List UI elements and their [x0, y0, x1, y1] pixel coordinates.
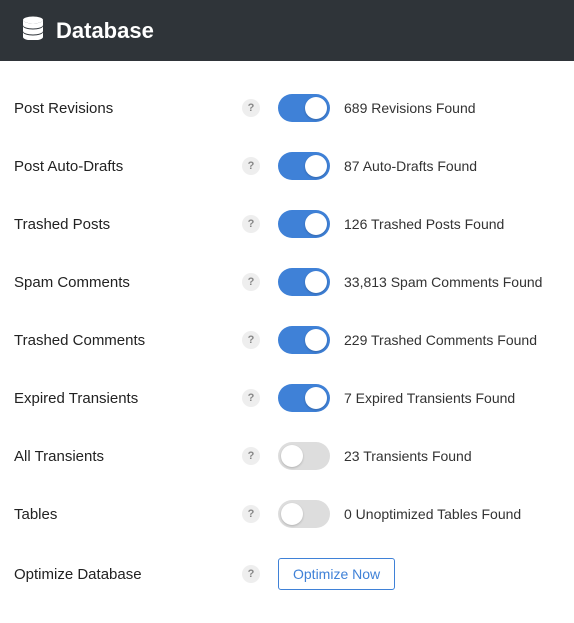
- row-post-revisions: Post Revisions ? 689 Revisions Found: [14, 79, 560, 137]
- status-text: 229 Trashed Comments Found: [344, 332, 537, 348]
- row-label: Tables: [14, 506, 242, 523]
- row-label: Optimize Database: [14, 566, 242, 583]
- row-optimize: Optimize Database ? Optimize Now: [14, 543, 560, 605]
- status-text: 126 Trashed Posts Found: [344, 216, 504, 232]
- status-text: 0 Unoptimized Tables Found: [344, 506, 521, 522]
- row-spam-comments: Spam Comments ? 33,813 Spam Comments Fou…: [14, 253, 560, 311]
- row-expired-transients: Expired Transients ? 7 Expired Transient…: [14, 369, 560, 427]
- database-icon: [22, 16, 44, 45]
- settings-list: Post Revisions ? 689 Revisions Found Pos…: [0, 61, 574, 623]
- toggle-post-revisions[interactable]: [278, 94, 330, 122]
- row-tables: Tables ? 0 Unoptimized Tables Found: [14, 485, 560, 543]
- help-icon[interactable]: ?: [242, 331, 260, 349]
- status-text: 689 Revisions Found: [344, 100, 476, 116]
- status-text: 33,813 Spam Comments Found: [344, 274, 542, 290]
- row-post-auto-drafts: Post Auto-Drafts ? 87 Auto-Drafts Found: [14, 137, 560, 195]
- help-icon[interactable]: ?: [242, 99, 260, 117]
- help-icon[interactable]: ?: [242, 273, 260, 291]
- row-trashed-comments: Trashed Comments ? 229 Trashed Comments …: [14, 311, 560, 369]
- row-label: Spam Comments: [14, 274, 242, 291]
- row-label: Expired Transients: [14, 390, 242, 407]
- status-text: 23 Transients Found: [344, 448, 472, 464]
- help-icon[interactable]: ?: [242, 505, 260, 523]
- help-icon[interactable]: ?: [242, 389, 260, 407]
- row-label: All Transients: [14, 448, 242, 465]
- row-trashed-posts: Trashed Posts ? 126 Trashed Posts Found: [14, 195, 560, 253]
- row-all-transients: All Transients ? 23 Transients Found: [14, 427, 560, 485]
- toggle-post-auto-drafts[interactable]: [278, 152, 330, 180]
- help-icon[interactable]: ?: [242, 215, 260, 233]
- page-title: Database: [56, 18, 154, 44]
- status-text: 7 Expired Transients Found: [344, 390, 515, 406]
- toggle-all-transients[interactable]: [278, 442, 330, 470]
- toggle-spam-comments[interactable]: [278, 268, 330, 296]
- help-icon[interactable]: ?: [242, 565, 260, 583]
- optimize-now-button[interactable]: Optimize Now: [278, 558, 395, 590]
- toggle-expired-transients[interactable]: [278, 384, 330, 412]
- help-icon[interactable]: ?: [242, 447, 260, 465]
- status-text: 87 Auto-Drafts Found: [344, 158, 477, 174]
- toggle-tables[interactable]: [278, 500, 330, 528]
- row-label: Post Revisions: [14, 100, 242, 117]
- help-icon[interactable]: ?: [242, 157, 260, 175]
- row-label: Trashed Comments: [14, 332, 242, 349]
- toggle-trashed-posts[interactable]: [278, 210, 330, 238]
- toggle-trashed-comments[interactable]: [278, 326, 330, 354]
- row-label: Trashed Posts: [14, 216, 242, 233]
- row-label: Post Auto-Drafts: [14, 158, 242, 175]
- header: Database: [0, 0, 574, 61]
